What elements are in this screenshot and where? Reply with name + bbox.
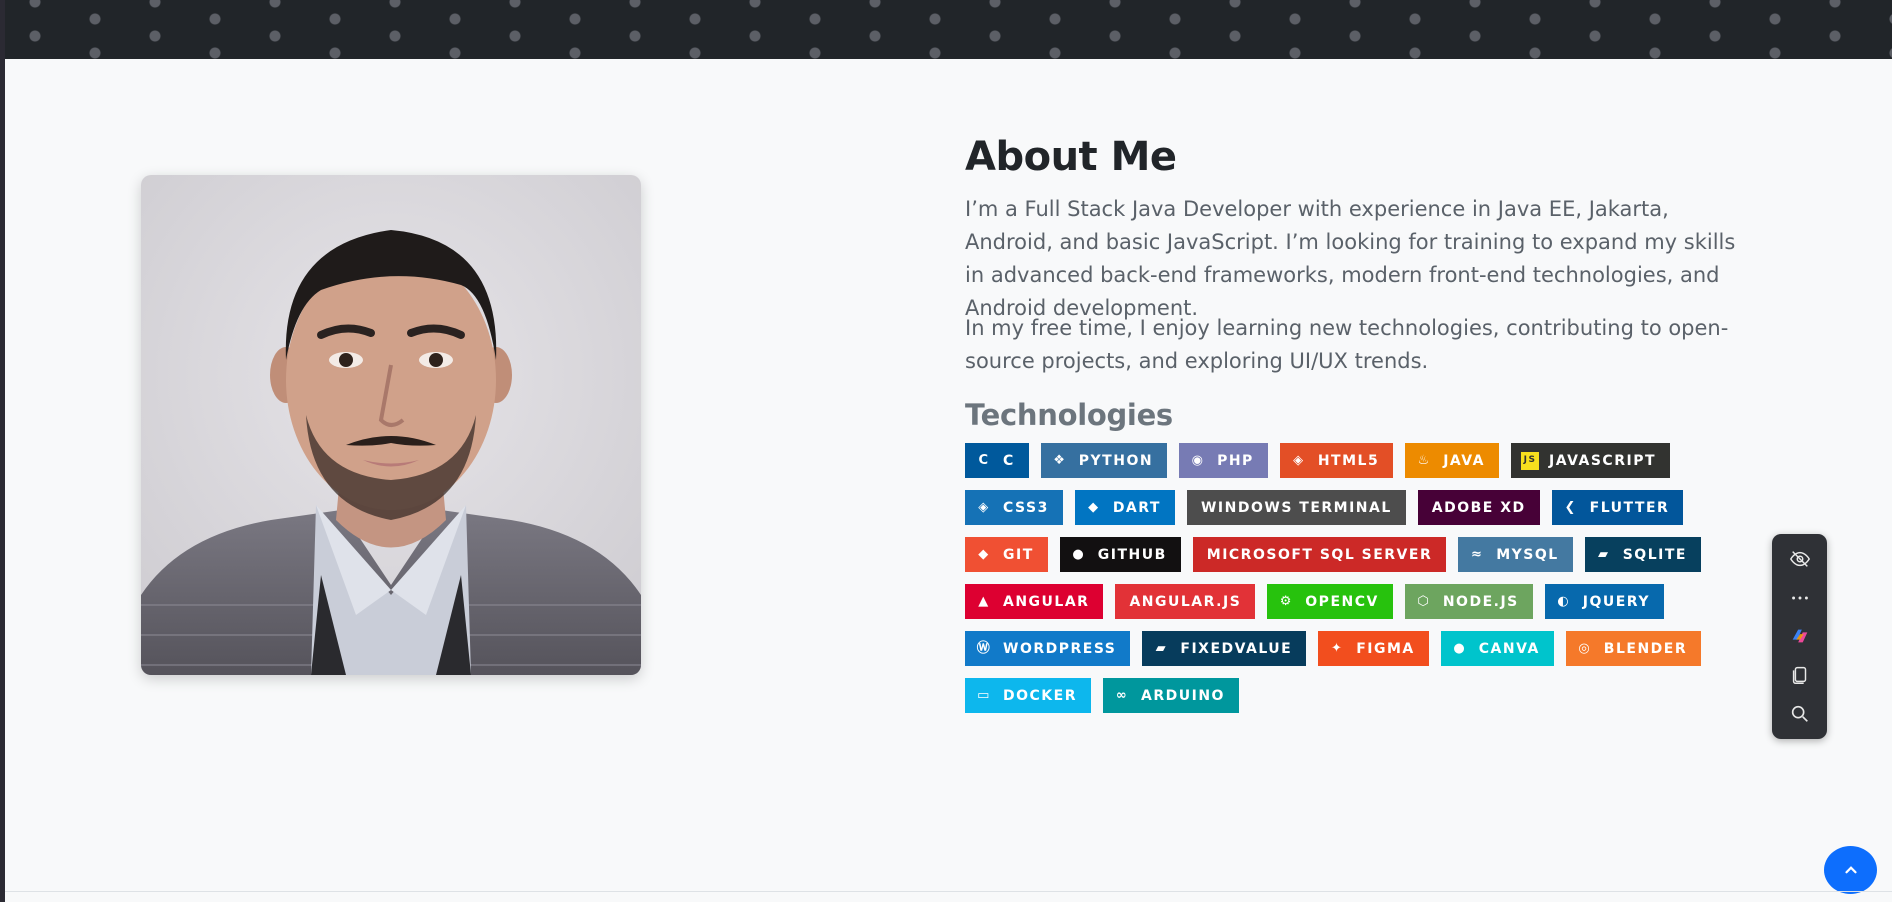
technology-badge: ♨ JAVA [1405, 443, 1500, 478]
technology-badge: ❮ FLUTTER [1551, 490, 1684, 525]
technologies-title: Technologies [965, 398, 1173, 432]
technology-badge-label: DART [1112, 499, 1161, 516]
sqlite-logo-icon: ▰ [1597, 547, 1610, 562]
technology-badge: Ⓦ WORDPRESS [965, 631, 1131, 666]
github-logo-icon: ● [1072, 547, 1086, 562]
technology-badge: WINDOWS TERMINAL [1186, 490, 1406, 525]
header-pattern [5, 0, 1892, 59]
technology-badge: ANGULAR.JS [1115, 584, 1256, 619]
technology-badge-label: DOCKER [1003, 687, 1077, 704]
technology-badge-label: JAVASCRIPT [1549, 452, 1657, 469]
css3-logo-icon: ◈ [978, 500, 990, 515]
technology-badge-label: SQLITE [1622, 546, 1687, 563]
technology-badge: ◐ JQUERY [1544, 584, 1664, 619]
python-logo-icon: ❖ [1053, 453, 1067, 468]
technology-badge: ◉ PHP [1179, 443, 1268, 478]
technology-badge: ❖ PYTHON [1040, 443, 1168, 478]
technology-badge: MICROSOFT SQL SERVER [1192, 537, 1447, 572]
technology-badge-label: NODE.JS [1442, 593, 1519, 610]
wordpress-logo-icon: Ⓦ [976, 641, 992, 656]
technology-badge: CC [965, 443, 1029, 478]
technology-badge-label: HTML5 [1317, 452, 1380, 469]
technology-badge-label: ANGULAR.JS [1129, 593, 1242, 610]
technology-badge-label: ADOBE XD [1431, 499, 1526, 516]
technology-badge-label: JAVA [1443, 452, 1486, 469]
html5-logo-icon: ◈ [1293, 453, 1305, 468]
git-logo-icon: ◆ [978, 547, 990, 562]
mysql-logo-icon: ≈ [1471, 547, 1484, 562]
technology-badge: ⚙ OPENCV [1267, 584, 1393, 619]
technology-badge-label: FIXEDVALUE [1180, 640, 1293, 657]
technology-badge: ◈ HTML5 [1279, 443, 1394, 478]
technology-badge-label: OPENCV [1305, 593, 1379, 610]
jquery-logo-icon: ◐ [1557, 594, 1571, 609]
technology-badge-label: PYTHON [1078, 452, 1154, 469]
technology-badge: ◆ GIT [965, 537, 1048, 572]
footer-divider [5, 891, 1892, 892]
technology-badge-label: CANVA [1478, 640, 1540, 657]
fixedvalue-logo-icon: ▰ [1155, 641, 1168, 656]
technology-badge-label: JQUERY [1582, 593, 1650, 610]
copilot-icon[interactable] [1785, 621, 1815, 651]
technology-badge-label: GITHUB [1097, 546, 1167, 563]
scroll-to-top-button[interactable] [1824, 846, 1877, 894]
docker-logo-icon: ▭ [977, 688, 991, 703]
window-edge [0, 0, 5, 902]
technology-badge: ● GITHUB [1059, 537, 1181, 572]
technology-badge: ≈ MYSQL [1458, 537, 1573, 572]
technology-badge-label: PHP [1217, 452, 1254, 469]
technology-badge: ▰ FIXEDVALUE [1142, 631, 1307, 666]
copy-icon[interactable] [1785, 660, 1815, 690]
opencv-logo-icon: ⚙ [1279, 594, 1293, 609]
technology-badge-label: ARDUINO [1141, 687, 1225, 704]
technology-badge: ● CANVA [1440, 631, 1554, 666]
technology-badge: ▲ ANGULAR [965, 584, 1104, 619]
dart-logo-icon: ◆ [1088, 500, 1100, 515]
technology-badge-label: MICROSOFT SQL SERVER [1206, 546, 1433, 563]
technology-badge-label: FIGMA [1356, 640, 1415, 657]
more-icon[interactable] [1785, 583, 1815, 613]
technology-badge-label: ANGULAR [1003, 593, 1090, 610]
about-paragraph-2: In my free time, I enjoy learning new te… [965, 316, 1729, 373]
technology-badge-label: FLUTTER [1589, 499, 1670, 516]
blender-logo-icon: ◎ [1578, 641, 1592, 656]
angular-logo-icon: ▲ [978, 594, 990, 609]
about-title: About Me [965, 134, 1177, 180]
hide-icon[interactable] [1785, 544, 1815, 574]
flutter-logo-icon: ❮ [1564, 500, 1577, 515]
php-logo-icon: ◉ [1191, 453, 1205, 468]
javascript-logo-icon: JS [1521, 451, 1540, 470]
canva-logo-icon: ● [1453, 641, 1467, 656]
technology-badges: C C ❖ PYTHON ◉ PHP ◈ HTML5 ♨ JAVA JS JAVASCRIPT ◈ CSS… [965, 443, 1765, 713]
floating-toolbar [1772, 534, 1827, 739]
technology-badge: JS JAVASCRIPT [1511, 443, 1671, 478]
figma-logo-icon: ✦ [1331, 641, 1344, 656]
c-logo-icon: C [978, 453, 990, 468]
technology-badge-label: BLENDER [1603, 640, 1688, 657]
technology-badge: ▰ SQLITE [1584, 537, 1701, 572]
technology-badge: ◈ CSS3 [965, 490, 1063, 525]
technology-badge: ⬡ NODE.JS [1404, 584, 1533, 619]
technology-badge: ◎ BLENDER [1565, 631, 1702, 666]
technology-badge-label: MYSQL [1496, 546, 1559, 563]
technology-badge: ✦ FIGMA [1318, 631, 1429, 666]
technology-badge-label: CSS3 [1003, 499, 1049, 516]
about-paragraph-1: I’m a Full Stack Java Developer with exp… [965, 197, 1736, 320]
technology-badge: ▭ DOCKER [965, 678, 1091, 713]
technology-badge: ∞ ARDUINO [1103, 678, 1239, 713]
technology-badge: ◆ DART [1074, 490, 1175, 525]
arduino-logo-icon: ∞ [1115, 688, 1129, 703]
search-icon[interactable] [1785, 699, 1815, 729]
chevron-up-icon [1844, 866, 1857, 874]
technology-badge-label: WINDOWS TERMINAL [1200, 499, 1392, 516]
profile-photo [141, 175, 641, 675]
technology-badge-label: WORDPRESS [1003, 640, 1117, 657]
java-logo-icon: ♨ [1417, 453, 1431, 468]
nodejs-logo-icon: ⬡ [1417, 594, 1431, 609]
technology-badge-label: GIT [1003, 546, 1034, 563]
technology-badge-label: C [1003, 452, 1015, 469]
technology-badge: ADOBE XD [1417, 490, 1540, 525]
